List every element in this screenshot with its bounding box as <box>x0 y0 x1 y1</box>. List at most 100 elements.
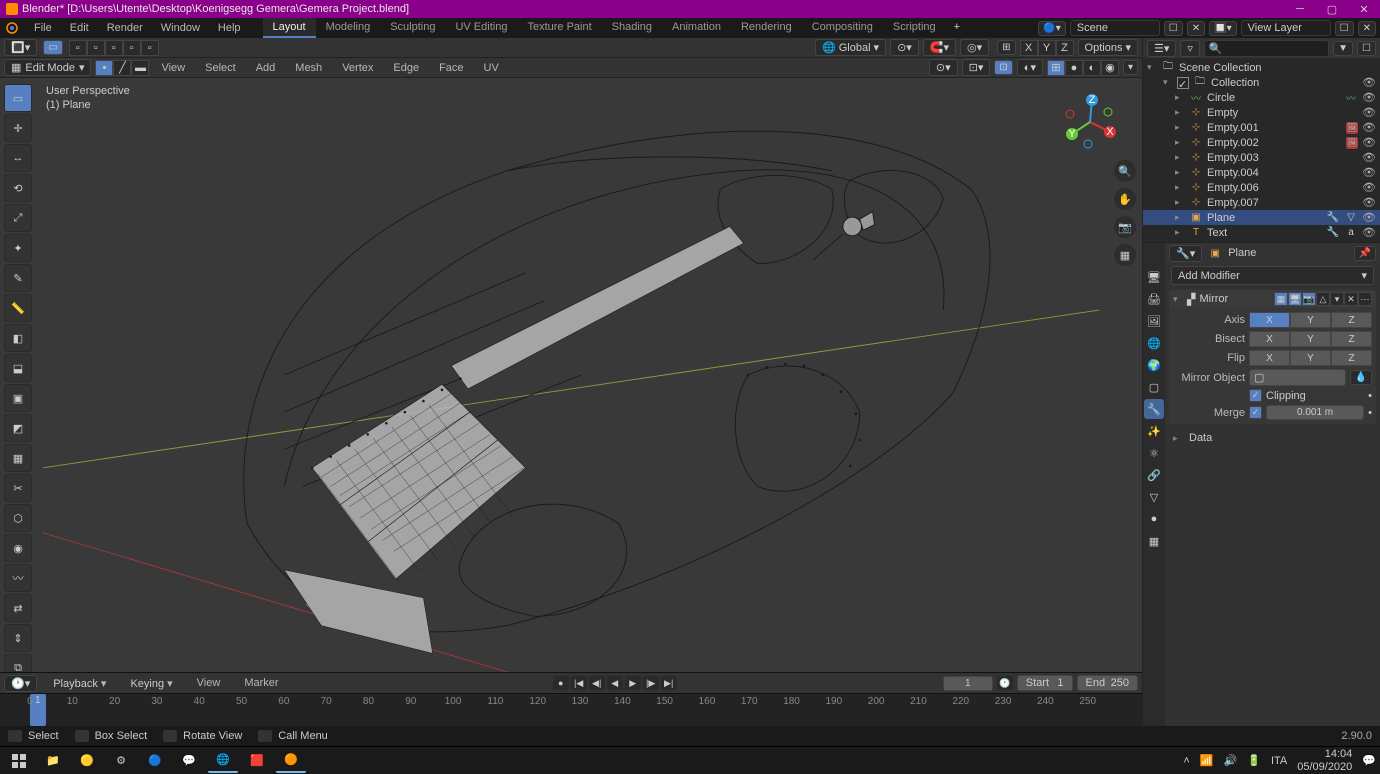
mod-display-render[interactable]: 📷 <box>1302 292 1316 306</box>
workspace-tab-uvediting[interactable]: UV Editing <box>445 18 517 38</box>
merge-anim-button[interactable]: • <box>1368 407 1372 419</box>
tool-extrude[interactable]: ⬓ <box>4 354 32 382</box>
bisect-x-toggle[interactable]: X <box>1249 331 1290 347</box>
workspace-tab-animation[interactable]: Animation <box>662 18 731 38</box>
prop-tab-data[interactable]: ▽ <box>1144 487 1164 507</box>
maximize-button[interactable]: ▢ <box>1322 3 1342 15</box>
properties-editor-dropdown[interactable]: 🔧▾ <box>1169 245 1202 262</box>
timeline-editor-dropdown[interactable]: 🕐▾ <box>4 675 37 692</box>
mod-extras[interactable]: ⋯ <box>1358 292 1372 306</box>
xray-toggle[interactable]: ⊡ <box>994 60 1012 75</box>
visibility-toggle[interactable]: 👁 <box>1362 106 1376 119</box>
prop-tab-texture[interactable]: ▦ <box>1144 531 1164 551</box>
axis-z-button[interactable]: Z <box>1056 40 1074 56</box>
tool-shrinkfatten[interactable]: ⇕ <box>4 624 32 652</box>
viewport-menu-add[interactable]: Add <box>248 60 284 76</box>
tree-item-empty-006[interactable]: ▸⊹Empty.006👁 <box>1143 180 1380 195</box>
viewport-menu-view[interactable]: View <box>153 60 193 76</box>
tool-move[interactable]: ↔ <box>4 144 32 172</box>
modifier-collapse-toggle[interactable]: ▾ <box>1173 294 1183 305</box>
workspace-tab-modeling[interactable]: Modeling <box>316 18 381 38</box>
face-select-mode[interactable]: ▬ <box>131 60 149 76</box>
tray-clock[interactable]: 14:04 05/09/2020 <box>1297 748 1352 772</box>
tree-item-empty[interactable]: ▸⊹Empty👁 <box>1143 105 1380 120</box>
mode-select-dropdown[interactable]: ▦ Edit Mode ▾ <box>4 59 91 76</box>
axis-x-toggle[interactable]: X <box>1249 312 1290 328</box>
tool-smooth[interactable]: 〰 <box>4 564 32 592</box>
visibility-toggle[interactable]: 👁 <box>1362 211 1376 224</box>
editor-type-dropdown[interactable]: 🔳▾ <box>4 39 37 56</box>
tree-item-circle[interactable]: ▸〰Circle〰👁 <box>1143 90 1380 105</box>
jump-start-button[interactable]: |◀ <box>571 676 587 690</box>
tray-network-icon[interactable]: 📶 <box>1200 754 1214 767</box>
orientation-dropdown[interactable]: 🌐 Global ▾ <box>815 39 886 56</box>
nav-perspective-icon[interactable]: ▦ <box>1114 244 1136 266</box>
tool-select-box[interactable]: ▭ <box>4 84 32 112</box>
pivot-dropdown[interactable]: ⊙▾ <box>890 39 919 56</box>
mesh-display-dropdown[interactable]: ⊙▾ <box>929 59 958 76</box>
viewlayer-new-button[interactable]: ☐ <box>1335 21 1354 36</box>
mod-display-edit[interactable]: ▦ <box>1274 292 1288 306</box>
tool-loopcut[interactable]: ▦ <box>4 444 32 472</box>
tree-item-plane[interactable]: ▸▣Plane🔧▽👁 <box>1143 210 1380 225</box>
task-file-explorer[interactable]: 📁 <box>38 749 68 773</box>
orientation-gizmo[interactable]: X Y Z <box>1060 92 1120 152</box>
prop-tab-material[interactable]: ● <box>1144 509 1164 529</box>
mirror-object-field[interactable]: ▢ <box>1249 369 1346 386</box>
flip-y-toggle[interactable]: Y <box>1290 350 1331 366</box>
tray-battery-icon[interactable]: 🔋 <box>1247 754 1261 767</box>
tool-add-cube[interactable]: ◧ <box>4 324 32 352</box>
play-reverse-button[interactable]: ◀ <box>607 676 623 690</box>
nav-zoom-icon[interactable]: 🔍 <box>1114 160 1136 182</box>
viewlayer-browse-button[interactable]: 🔲▾ <box>1209 21 1236 36</box>
tool-edgeslide[interactable]: ⇄ <box>4 594 32 622</box>
properties-pin-button[interactable]: 📌 <box>1354 246 1376 261</box>
clipping-anim-button[interactable]: • <box>1368 390 1372 402</box>
tree-item-empty-003[interactable]: ▸⊹Empty.003👁 <box>1143 150 1380 165</box>
shading-options[interactable]: ▾ <box>1123 60 1138 75</box>
shading-rendered[interactable]: ◉ <box>1101 60 1119 76</box>
mod-apply-dropdown[interactable]: ▾ <box>1330 292 1344 306</box>
tool-annotate[interactable]: ✎ <box>4 264 32 292</box>
options-dropdown[interactable]: Options ▾ <box>1078 39 1138 56</box>
merge-value-field[interactable]: 0.001 m <box>1266 405 1364 420</box>
menu-file[interactable]: File <box>26 20 60 36</box>
tree-collection[interactable]: ▾ ✓ 🗀 Collection 👁 <box>1143 75 1380 90</box>
tool-rip[interactable]: ⧉ <box>4 654 32 672</box>
timeline-ruler[interactable]: 1 01020304050607080901001101201301401501… <box>0 693 1142 726</box>
tree-item-text[interactable]: ▸TText🔧a👁 <box>1143 225 1380 240</box>
workspace-tab-scripting[interactable]: Scripting <box>883 18 946 38</box>
start-button[interactable] <box>4 749 34 773</box>
tool-bevel[interactable]: ◩ <box>4 414 32 442</box>
tool-spin[interactable]: ◉ <box>4 534 32 562</box>
task-steam[interactable]: ⚙ <box>106 749 136 773</box>
workspace-tab-texturepaint[interactable]: Texture Paint <box>517 18 601 38</box>
tree-item-empty-002[interactable]: ▸⊹Empty.002🖼👁 <box>1143 135 1380 150</box>
task-discord[interactable]: 💬 <box>174 749 204 773</box>
prop-tab-world[interactable]: 🌍 <box>1144 355 1164 375</box>
merge-checkbox[interactable]: ✓ <box>1249 406 1262 419</box>
visibility-toggle[interactable]: 👁 <box>1362 166 1376 179</box>
mod-delete[interactable]: ✕ <box>1344 292 1358 306</box>
tool-select-tweak[interactable]: ▭ <box>43 40 62 55</box>
menu-help[interactable]: Help <box>210 20 249 36</box>
select-invert-button[interactable]: ▫ <box>123 40 141 56</box>
tool-scale[interactable]: ⤢ <box>4 204 32 232</box>
nav-camera-icon[interactable]: 📷 <box>1114 216 1136 238</box>
timeline-menu-view[interactable]: View <box>189 675 229 691</box>
current-frame-field[interactable]: 1 <box>943 676 993 691</box>
jump-next-key-button[interactable]: |▶ <box>643 676 659 690</box>
overlay-dropdown[interactable]: ⊡▾ <box>962 59 991 76</box>
viewport-menu-select[interactable]: Select <box>197 60 244 76</box>
minimize-button[interactable]: ─ <box>1290 3 1310 15</box>
task-blender[interactable]: 🟠 <box>276 749 306 773</box>
outliner-display-dropdown[interactable]: ▿ <box>1180 40 1200 57</box>
start-frame-field[interactable]: Start 1 <box>1017 675 1073 691</box>
shading-solid[interactable]: ● <box>1065 60 1083 76</box>
prop-tab-scene[interactable]: 🌐 <box>1144 333 1164 353</box>
mesh-visibility-button[interactable]: ⊞ <box>997 40 1015 55</box>
task-chrome[interactable]: 🌐 <box>208 749 238 773</box>
tool-cursor[interactable]: ✛ <box>4 114 32 142</box>
proportional-dropdown[interactable]: ◎▾ <box>960 39 989 56</box>
prop-tab-constraints[interactable]: 🔗 <box>1144 465 1164 485</box>
